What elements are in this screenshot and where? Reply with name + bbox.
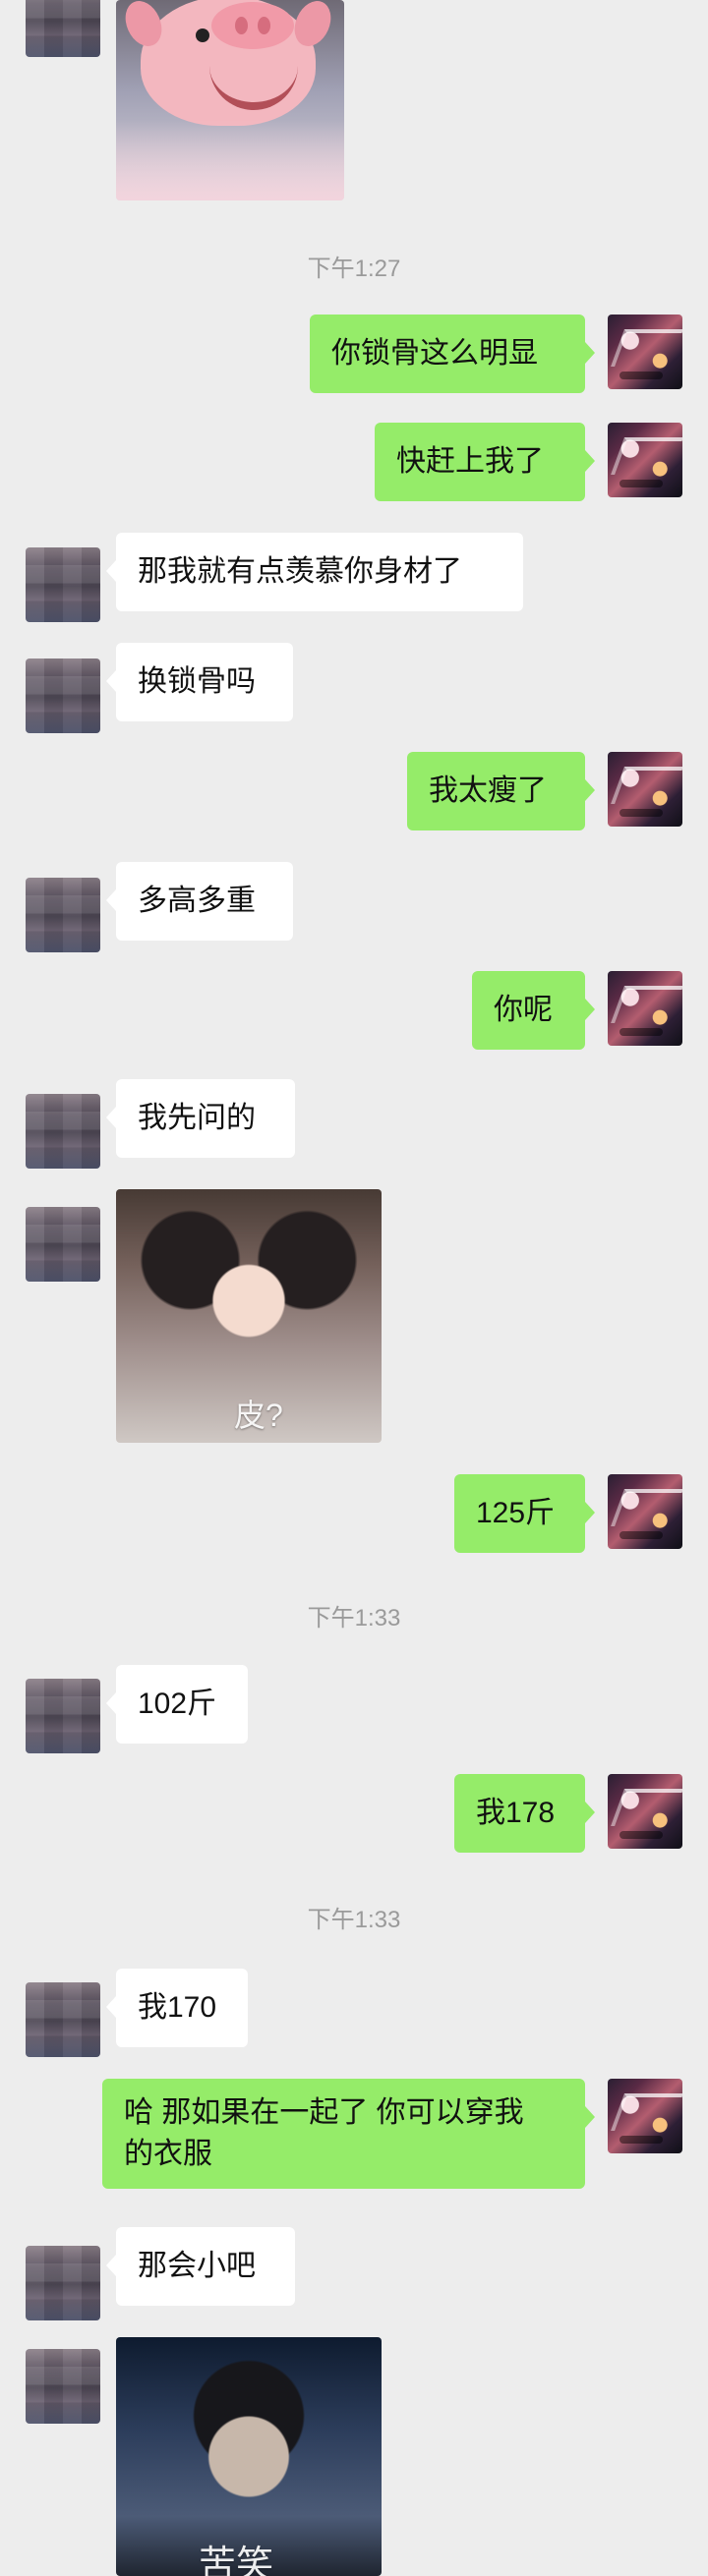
received-message-5[interactable]: 102斤 xyxy=(106,1665,248,1744)
sent-message-4[interactable]: 你呢 xyxy=(472,971,595,1050)
contact-avatar[interactable] xyxy=(26,1207,100,1282)
sticker-caption: 苦笑 xyxy=(199,2545,274,2576)
sent-message-7-line-2: 的衣服 xyxy=(124,2138,212,2170)
sent-message-5[interactable]: 125斤 xyxy=(454,1474,595,1553)
received-message-6[interactable]: 我170 xyxy=(106,1969,248,2047)
pig-face-sticker xyxy=(118,0,338,126)
sticker-image[interactable] xyxy=(116,0,344,200)
sent-message-7-line-1: 哈 那如果在一起了 你可以穿我 xyxy=(124,2096,524,2129)
contact-avatar[interactable] xyxy=(26,1679,100,1753)
my-avatar[interactable] xyxy=(608,1774,682,1849)
contact-avatar[interactable] xyxy=(26,2246,100,2320)
sent-message-1[interactable]: 你锁骨这么明显 xyxy=(310,315,595,393)
contact-avatar[interactable] xyxy=(26,658,100,733)
contact-avatar[interactable] xyxy=(26,1982,100,2057)
sticker-image[interactable]: 皮? xyxy=(116,1189,382,1443)
contact-avatar[interactable] xyxy=(26,2349,100,2424)
sent-message-3[interactable]: 我太瘦了 xyxy=(407,752,595,830)
my-avatar[interactable] xyxy=(608,2079,682,2153)
received-message-2[interactable]: 换锁骨吗 xyxy=(106,643,293,721)
contact-avatar[interactable] xyxy=(26,547,100,622)
my-avatar[interactable] xyxy=(608,971,682,1046)
my-avatar[interactable] xyxy=(608,752,682,827)
timestamp-1333-first: 下午1:33 xyxy=(307,1605,401,1631)
contact-avatar[interactable] xyxy=(26,1094,100,1169)
received-message-4[interactable]: 我先问的 xyxy=(106,1079,295,1158)
sticker-caption: 皮? xyxy=(234,1398,283,1433)
sent-message-2[interactable]: 快赶上我了 xyxy=(375,423,595,501)
sent-message-6[interactable]: 我178 xyxy=(454,1774,595,1853)
timestamp-1327: 下午1:27 xyxy=(307,256,401,282)
contact-avatar[interactable] xyxy=(26,0,100,57)
received-message-3[interactable]: 多高多重 xyxy=(106,862,293,941)
my-avatar[interactable] xyxy=(608,315,682,389)
timestamp-1333-second: 下午1:33 xyxy=(307,1907,401,1933)
my-avatar[interactable] xyxy=(608,1474,682,1549)
received-message-1[interactable]: 那我就有点羡慕你身材了 xyxy=(106,533,523,611)
sticker-image[interactable]: 苦笑 xyxy=(116,2337,382,2576)
received-message-7[interactable]: 那会小吧 xyxy=(106,2227,295,2306)
contact-avatar[interactable] xyxy=(26,878,100,952)
my-avatar[interactable] xyxy=(608,423,682,497)
sent-message-7[interactable]: 哈 那如果在一起了 你可以穿我 的衣服 xyxy=(102,2079,595,2189)
